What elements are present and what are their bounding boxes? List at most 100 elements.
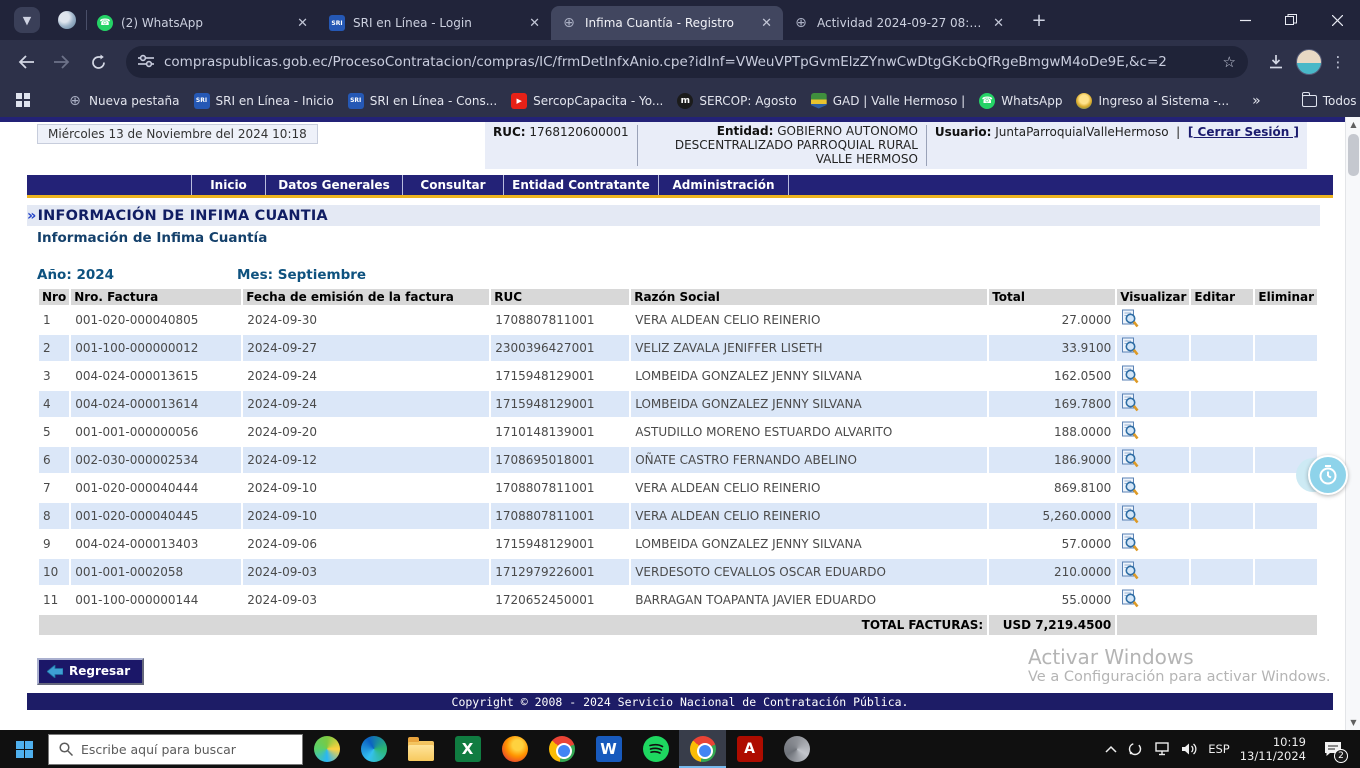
clock[interactable]: 10:19 13/11/2024 [1240, 735, 1306, 764]
tab-close-icon[interactable]: ✕ [294, 16, 311, 31]
visualizar-icon[interactable] [1121, 421, 1139, 443]
nav-menu-item[interactable]: Datos Generales [266, 175, 403, 195]
bookmark-label: SRI en Línea - Cons... [370, 94, 497, 108]
apps-grid-icon[interactable] [16, 93, 30, 109]
logout-link[interactable]: [ Cerrar Sesión ] [1188, 125, 1299, 139]
browser-tab[interactable]: Infima Cuantía - Registro ✕ [551, 6, 783, 40]
site-info-icon[interactable] [138, 53, 154, 72]
cell-editar [1191, 587, 1253, 613]
bookmark-item[interactable]: SERCOP: Agosto [670, 90, 803, 112]
close-window-button[interactable] [1314, 0, 1360, 40]
visualizar-icon[interactable] [1121, 477, 1139, 499]
taskbar-app-acrobat[interactable]: A [726, 730, 773, 768]
scrollbar-thumb[interactable] [1348, 134, 1359, 176]
scroll-down-icon[interactable]: ▼ [1346, 715, 1360, 730]
clock-icon[interactable] [1308, 455, 1348, 495]
cell-razon-social: VERDESOTO CEVALLOS OSCAR EDUARDO [631, 559, 987, 585]
nav-menu-item[interactable]: Consultar [403, 175, 504, 195]
visualizar-icon[interactable] [1121, 449, 1139, 471]
main-nav-bar: InicioDatos GeneralesConsultarEntidad Co… [27, 175, 1333, 195]
taskbar-app-explorer[interactable] [397, 730, 444, 768]
column-header: Eliminar [1255, 289, 1317, 305]
taskbar-app-chrome-active[interactable] [679, 730, 726, 768]
scroll-up-icon[interactable]: ▲ [1346, 117, 1360, 132]
profile-avatar[interactable] [1296, 49, 1322, 75]
visualizar-icon[interactable] [1121, 533, 1139, 555]
cell-total: 188.0000 [989, 419, 1115, 445]
browser-tab[interactable]: Actividad 2024-09-27 08:00:00 | ✕ [783, 6, 1015, 40]
taskbar-search-input[interactable]: Escribe aquí para buscar [48, 734, 303, 765]
browser-tab[interactable]: SRI en Línea - Login ✕ [319, 6, 551, 40]
bookmark-item[interactable]: SercopCapacita - Yo... [504, 90, 670, 112]
cell-eliminar [1255, 419, 1317, 445]
bookmark-item[interactable]: GAD | Valle Hermoso | [804, 90, 973, 112]
reload-icon[interactable] [82, 46, 114, 78]
cell-nro: 10 [39, 559, 69, 585]
all-bookmarks-button[interactable]: Todos los marcadores [1295, 91, 1360, 111]
browser-menu-icon[interactable]: ⋮ [1326, 53, 1350, 71]
tray-expand-icon[interactable] [1105, 745, 1117, 753]
downloads-icon[interactable] [1260, 46, 1292, 78]
total-row: TOTAL FACTURAS: USD 7,219.4500 [39, 615, 1317, 635]
visualizar-icon[interactable] [1121, 393, 1139, 415]
taskbar-app-chrome[interactable] [538, 730, 585, 768]
bookmark-star-icon[interactable]: ☆ [1223, 53, 1236, 71]
table-row: 2 001-100-000000012 2024-09-27 230039642… [39, 335, 1317, 361]
search-icon [59, 742, 73, 756]
pinned-tab-favicon[interactable] [58, 11, 76, 29]
minimize-button[interactable] [1222, 0, 1268, 40]
visualizar-icon[interactable] [1121, 309, 1139, 331]
regresar-button[interactable]: Regresar [37, 658, 144, 685]
address-bar[interactable]: compraspublicas.gob.ec/ProcesoContrataci… [126, 46, 1248, 78]
mes-label: Mes: [237, 267, 273, 283]
floating-recorder-widget[interactable] [1296, 455, 1348, 497]
cell-eliminar [1255, 503, 1317, 529]
nav-menu-item[interactable]: Inicio [191, 175, 266, 195]
visualizar-icon[interactable] [1121, 589, 1139, 611]
taskbar-app-spotify[interactable] [632, 730, 679, 768]
visualizar-icon[interactable] [1121, 561, 1139, 583]
notification-center-icon[interactable]: 2 [1316, 730, 1350, 768]
tab-search-button[interactable]: ▼ [14, 7, 40, 33]
back-icon[interactable] [10, 46, 42, 78]
cell-total: 169.7800 [989, 391, 1115, 417]
tab-close-icon[interactable]: ✕ [990, 16, 1007, 31]
bookmark-item[interactable]: Ingreso al Sistema -... [1069, 90, 1236, 112]
bookmark-item[interactable]: WhatsApp [972, 90, 1069, 112]
taskbar-app-excel[interactable]: X [444, 730, 491, 768]
volume-icon[interactable] [1181, 742, 1198, 756]
tab-close-icon[interactable]: ✕ [758, 16, 775, 31]
bookmarks-overflow-icon[interactable]: » [1242, 93, 1271, 109]
bookmark-item[interactable]: SRI en Línea - Cons... [341, 90, 504, 112]
cell-ruc: 1715948129001 [491, 531, 629, 557]
forward-icon[interactable] [46, 46, 78, 78]
nav-menu-item[interactable]: Entidad Contratante [504, 175, 659, 195]
taskbar-app-firefox[interactable] [491, 730, 538, 768]
bookmark-item[interactable]: SRI en Línea - Inicio [187, 90, 341, 112]
new-tab-button[interactable]: + [1025, 6, 1053, 34]
visualizar-icon[interactable] [1121, 337, 1139, 359]
restore-button[interactable] [1268, 0, 1314, 40]
visualizar-icon[interactable] [1121, 365, 1139, 387]
language-indicator[interactable]: ESP [1208, 742, 1230, 756]
taskbar-app-misc[interactable] [773, 730, 820, 768]
bookmarks-list: Nueva pestaña SRI en Línea - Inicio SRI … [60, 90, 1236, 112]
url-text[interactable]: compraspublicas.gob.ec/ProcesoContrataci… [164, 54, 1213, 70]
crest-favicon [811, 93, 827, 109]
taskbar-app-word[interactable]: W [585, 730, 632, 768]
tab-close-icon[interactable]: ✕ [526, 16, 543, 31]
cell-total: 57.0000 [989, 531, 1115, 557]
visualizar-icon[interactable] [1121, 505, 1139, 527]
cell-editar [1191, 475, 1253, 501]
nav-menu-item[interactable]: Administración [659, 175, 789, 195]
start-button[interactable] [0, 730, 48, 768]
divider [926, 125, 927, 166]
m-circle-favicon [677, 93, 693, 109]
bookmark-item[interactable]: Nueva pestaña [60, 90, 187, 112]
taskbar-app-colorful[interactable] [303, 730, 350, 768]
network-icon[interactable] [1153, 742, 1171, 756]
page-scrollbar[interactable]: ▲ ▼ [1345, 117, 1360, 730]
onedrive-icon[interactable] [1127, 742, 1143, 756]
taskbar-app-edge[interactable] [350, 730, 397, 768]
browser-tab[interactable]: (2) WhatsApp ✕ [87, 6, 319, 40]
